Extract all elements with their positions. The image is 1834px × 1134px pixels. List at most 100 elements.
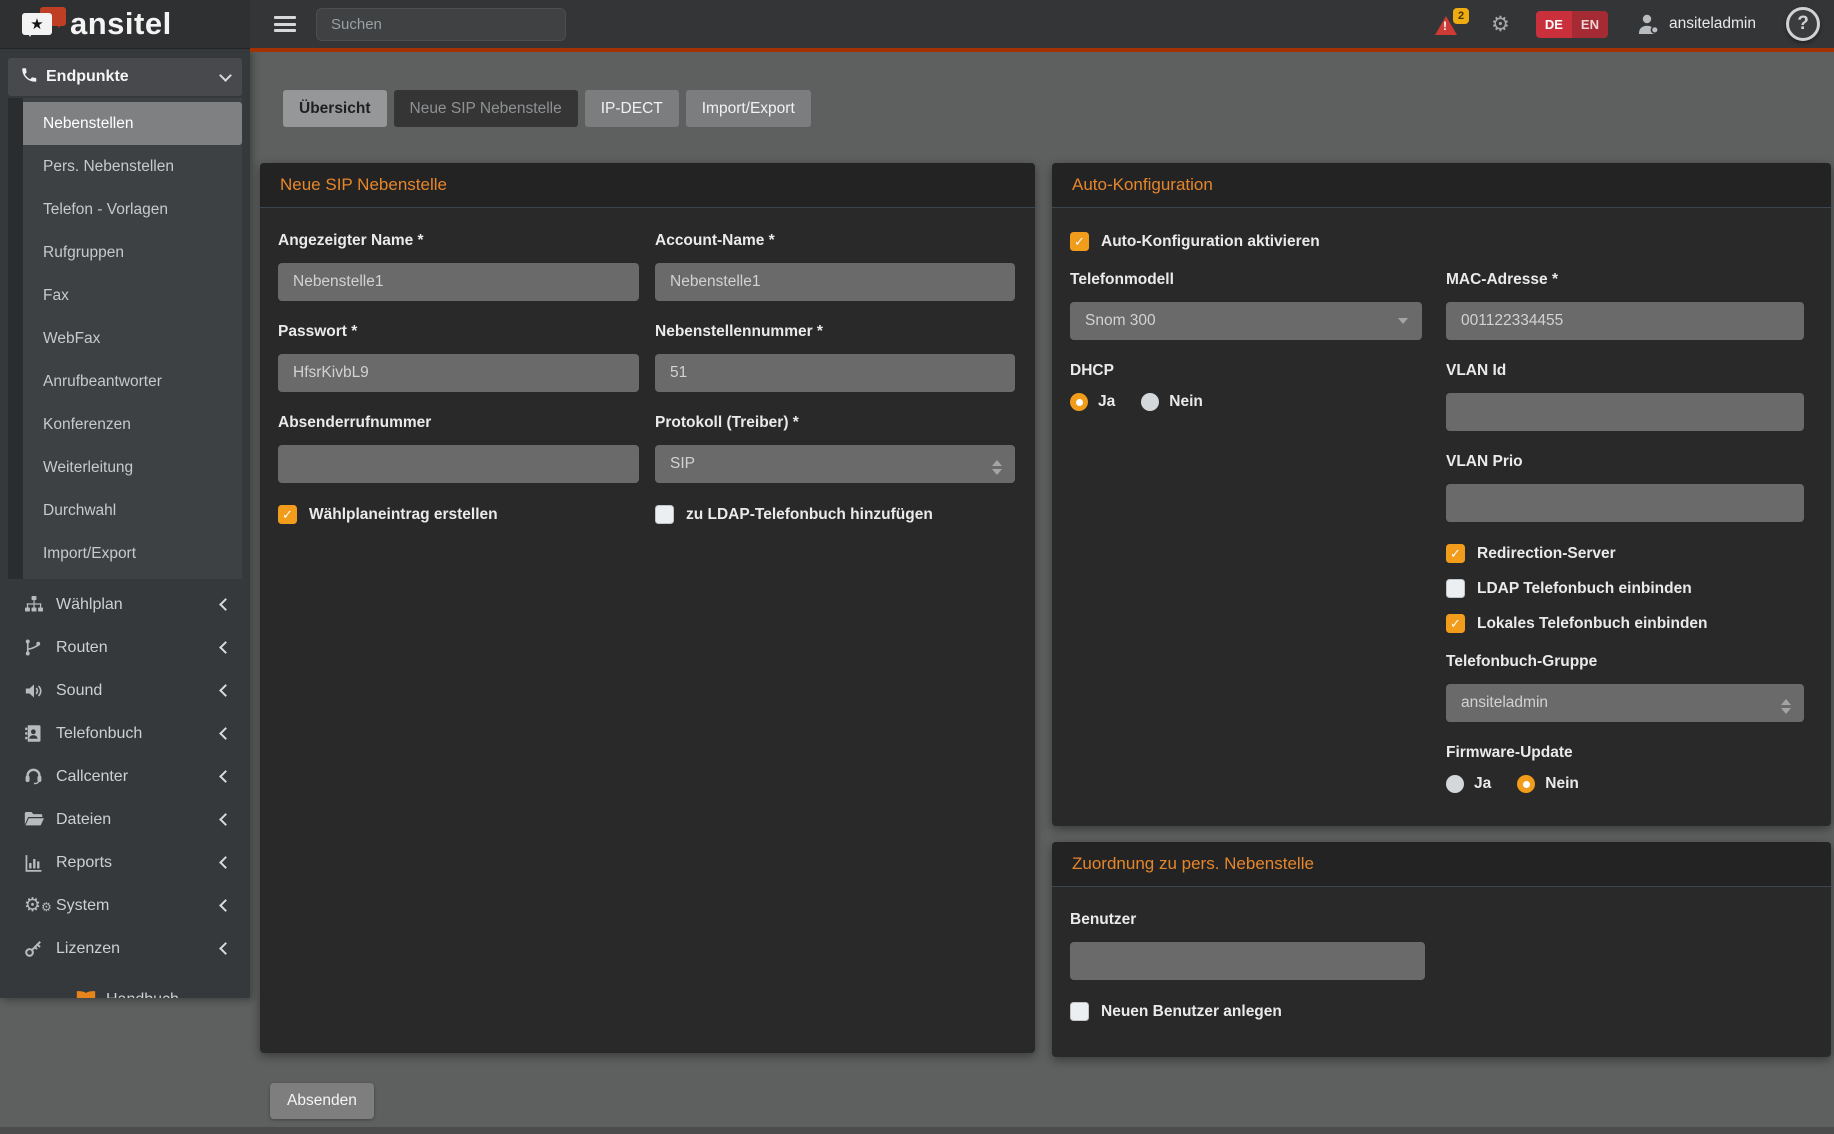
tab-ip-dect[interactable]: IP-DECT <box>585 90 679 127</box>
topbar: ★ ansitel 2 ⚙ DE EN ansite <box>0 0 1834 48</box>
passwort-input[interactable] <box>278 354 639 392</box>
chevron-left-icon <box>219 727 232 740</box>
sidebar-item-anrufbeantworter[interactable]: Anrufbeantworter <box>23 360 242 403</box>
checkbox-checked-icon: ✓ <box>1446 614 1465 633</box>
checkbox-label: Wählplaneintrag erstellen <box>309 506 498 524</box>
sidebar-item-weiterleitung[interactable]: Weiterleitung <box>23 446 242 489</box>
sidebar-item-waehlplan[interactable]: Wählplan <box>0 583 250 626</box>
endpunkte-submenu: Nebenstellen Pers. Nebenstellen Telefon … <box>8 98 242 579</box>
sidebar-item-reports[interactable]: Reports <box>0 841 250 884</box>
radio-label: Ja <box>1474 775 1491 793</box>
sidebar-item-system[interactable]: ⚙⚙ System <box>0 884 250 927</box>
absenderrufnummer-input[interactable] <box>278 445 639 483</box>
search-input[interactable] <box>316 8 566 41</box>
sidebar-item-label: Sound <box>56 682 221 700</box>
tab-import-export[interactable]: Import/Export <box>686 90 811 127</box>
radio-unchecked-icon <box>1141 393 1159 411</box>
account-name-input[interactable] <box>655 263 1015 301</box>
help-button[interactable]: ? <box>1786 7 1820 41</box>
mac-adresse-input[interactable] <box>1446 302 1804 340</box>
sidebar-item-label: Telefonbuch <box>56 725 221 743</box>
field-label-account-name: Account-Name * <box>655 232 1015 250</box>
sidebar-item-label: Lizenzen <box>56 940 221 958</box>
protokoll-select[interactable]: SIP <box>655 445 1015 483</box>
sidebar-item-import-export[interactable]: Import/Export <box>23 532 242 575</box>
checkbox-checked-icon: ✓ <box>278 505 297 524</box>
gears-icon: ⚙⚙ <box>24 896 56 915</box>
tab-uebersicht[interactable]: Übersicht <box>283 90 387 127</box>
lang-de-button[interactable]: DE <box>1536 11 1572 38</box>
radio-checked-icon <box>1517 775 1535 793</box>
lang-en-button[interactable]: EN <box>1572 11 1608 38</box>
sidebar-item-dateien[interactable]: Dateien <box>0 798 250 841</box>
checkbox-unchecked-icon <box>655 505 674 524</box>
vlan-id-input[interactable] <box>1446 393 1804 431</box>
main-content: Übersicht Neue SIP Nebenstelle IP-DECT I… <box>250 52 1834 1134</box>
sidebar-item-pers-nebenstellen[interactable]: Pers. Nebenstellen <box>23 145 242 188</box>
sidebar-item-nebenstellen[interactable]: Nebenstellen <box>23 102 242 145</box>
firmware-ja-radio[interactable]: Ja <box>1446 775 1491 793</box>
bar-chart-icon <box>24 854 56 872</box>
benutzer-input[interactable] <box>1070 942 1425 980</box>
alerts-button[interactable]: 2 <box>1435 10 1465 38</box>
panel-title: Zuordnung zu pers. Nebenstelle <box>1052 842 1831 887</box>
checkbox-label: Auto-Konfiguration aktivieren <box>1101 233 1320 251</box>
ldap-telefonbuch-einbinden-checkbox[interactable]: LDAP Telefonbuch einbinden <box>1446 579 1804 598</box>
topbar-icons: 2 ⚙ DE EN ansiteladmin ? <box>1435 7 1834 41</box>
chevron-left-icon <box>219 856 232 869</box>
sidebar-item-webfax[interactable]: WebFax <box>23 317 242 360</box>
sidebar-item-lizenzen[interactable]: Lizenzen <box>0 927 250 970</box>
checkbox-unchecked-icon <box>1070 1002 1089 1021</box>
ldap-telefonbuch-checkbox[interactable]: zu LDAP-Telefonbuch hinzufügen <box>655 505 1015 524</box>
field-label-vlan-id: VLAN Id <box>1446 362 1804 380</box>
tab-neue-sip-nebenstelle[interactable]: Neue SIP Nebenstelle <box>394 90 578 127</box>
telefonbuch-gruppe-selected-value: ansiteladmin <box>1461 694 1548 712</box>
menu-toggle-icon[interactable] <box>274 16 296 32</box>
redirection-server-checkbox[interactable]: ✓ Redirection-Server <box>1446 544 1804 563</box>
waehlplaneintrag-checkbox[interactable]: ✓ Wählplaneintrag erstellen <box>278 505 639 524</box>
telefonmodell-select[interactable]: Snom 300 <box>1070 302 1422 340</box>
settings-gear-icon[interactable]: ⚙ <box>1491 14 1510 35</box>
sidebar-item-handbuch[interactable]: Handbuch <box>0 978 250 998</box>
firmware-nein-radio[interactable]: Nein <box>1517 775 1579 793</box>
nebenstellennummer-input[interactable] <box>655 354 1015 392</box>
auto-konfiguration-aktivieren-checkbox[interactable]: ✓ Auto-Konfiguration aktivieren <box>1070 232 1811 251</box>
sidebar-item-durchwahl[interactable]: Durchwahl <box>23 489 242 532</box>
sidebar-item-rufgruppen[interactable]: Rufgruppen <box>23 231 242 274</box>
select-caret-icon <box>1398 318 1408 329</box>
user-menu[interactable]: ansiteladmin <box>1638 13 1756 35</box>
phone-icon <box>20 66 46 89</box>
chevron-down-icon <box>219 69 232 82</box>
neuen-benutzer-anlegen-checkbox[interactable]: Neuen Benutzer anlegen <box>1070 1002 1811 1021</box>
field-label-protokoll: Protokoll (Treiber) * <box>655 414 1015 432</box>
sidebar-item-routen[interactable]: Routen <box>0 626 250 669</box>
telefonbuch-gruppe-select[interactable]: ansiteladmin <box>1446 684 1804 722</box>
sidebar-item-fax[interactable]: Fax <box>23 274 242 317</box>
brand-area[interactable]: ★ ansitel <box>0 0 250 48</box>
radio-unchecked-icon <box>1446 775 1464 793</box>
submit-button[interactable]: Absenden <box>270 1083 374 1119</box>
tab-bar: Übersicht Neue SIP Nebenstelle IP-DECT I… <box>283 90 811 127</box>
dhcp-nein-radio[interactable]: Nein <box>1141 393 1203 411</box>
sidebar-item-label: Dateien <box>56 811 221 829</box>
checkbox-label: Lokales Telefonbuch einbinden <box>1477 615 1708 633</box>
field-label-mac-adresse: MAC-Adresse * <box>1446 271 1804 289</box>
sidebar-item-telefon-vorlagen[interactable]: Telefon - Vorlagen <box>23 188 242 231</box>
vlan-prio-input[interactable] <box>1446 484 1804 522</box>
lokales-telefonbuch-einbinden-checkbox[interactable]: ✓ Lokales Telefonbuch einbinden <box>1446 614 1804 633</box>
field-label-telefonmodell: Telefonmodell <box>1070 271 1422 289</box>
sidebar-item-telefonbuch[interactable]: Telefonbuch <box>0 712 250 755</box>
alert-count-badge: 2 <box>1453 8 1469 24</box>
sidebar-item-konferenzen[interactable]: Konferenzen <box>23 403 242 446</box>
sidebar-item-callcenter[interactable]: Callcenter <box>0 755 250 798</box>
sidebar-item-sound[interactable]: Sound <box>0 669 250 712</box>
checkbox-checked-icon: ✓ <box>1070 232 1089 251</box>
radio-checked-icon <box>1070 393 1088 411</box>
panel-title: Auto-Konfiguration <box>1052 163 1831 208</box>
dhcp-ja-radio[interactable]: Ja <box>1070 393 1115 411</box>
panel-neue-sip-nebenstelle: Neue SIP Nebenstelle Angezeigter Name * … <box>260 163 1035 1053</box>
angezeigter-name-input[interactable] <box>278 263 639 301</box>
accent-divider <box>250 48 1834 52</box>
sidebar-item-endpunkte[interactable]: Endpunkte <box>8 58 242 96</box>
brand-logo-icon: ★ <box>22 6 68 42</box>
